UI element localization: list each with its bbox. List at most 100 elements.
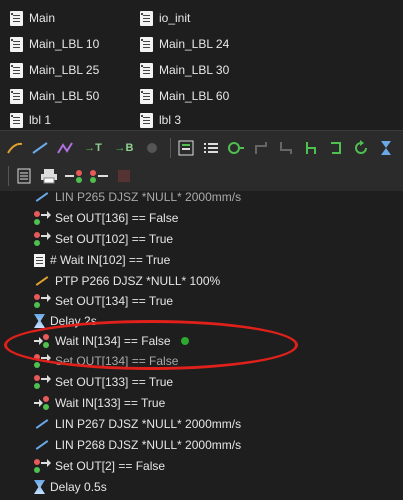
branch-icon[interactable] — [250, 137, 272, 159]
document-icon — [140, 36, 153, 52]
document-icon — [140, 112, 153, 128]
file-item[interactable]: io_init — [140, 7, 190, 29]
file-item[interactable]: Main_LBL 30 — [140, 59, 229, 81]
program-line[interactable]: Set OUT[136] == False — [34, 208, 178, 228]
file-label: io_init — [159, 11, 191, 25]
file-label: Main_LBL 25 — [29, 63, 100, 77]
lin-motion-icon — [34, 191, 50, 204]
toolbar-separator — [8, 166, 9, 186]
tool-t-label: T — [95, 142, 102, 154]
tool-t-button[interactable]: → T — [79, 137, 107, 159]
program-line[interactable]: Delay 0.5s — [34, 477, 107, 497]
loop-icon[interactable] — [225, 137, 247, 159]
program-list: LIN P265 DJSZ *NULL* 2000mm/s Set OUT[13… — [0, 191, 403, 500]
toolbar-row-1: →T →B S — [4, 134, 403, 162]
if-icon[interactable] — [300, 137, 322, 159]
set-output-icon — [34, 354, 51, 368]
lin-motion-icon — [34, 417, 50, 431]
program-line-text: LIN P265 DJSZ *NULL* 2000mm/s — [55, 191, 242, 204]
file-item[interactable]: lbl 3 — [140, 109, 181, 131]
list-icon[interactable] — [200, 137, 222, 159]
program-line[interactable]: Set OUT[102] == True — [34, 229, 173, 249]
base-b-label: B — [125, 142, 134, 154]
program-line[interactable]: Set OUT[133] == True — [34, 372, 173, 392]
document-icon — [10, 36, 23, 52]
program-line-text: Delay 2s — [50, 314, 97, 328]
set-output-icon — [34, 294, 51, 308]
file-label: Main_LBL 24 — [159, 37, 230, 51]
set-output-icon — [34, 211, 51, 225]
program-line-text: Wait IN[133] == True — [55, 396, 166, 410]
select-block-icon[interactable] — [175, 137, 197, 159]
lin-motion-icon — [34, 438, 50, 452]
program-line-text: # Wait IN[102] == True — [50, 253, 171, 267]
program-line-text: Set OUT[102] == True — [55, 232, 174, 246]
program-line-text: Set OUT[2] == False — [55, 459, 166, 473]
file-item[interactable]: Main — [10, 7, 55, 29]
comment-icon[interactable] — [13, 165, 35, 187]
refresh-icon[interactable] — [350, 137, 372, 159]
set-output-icon — [34, 375, 51, 389]
set-output-icon — [34, 232, 51, 246]
file-item[interactable]: Main_LBL 10 — [10, 33, 99, 55]
document-icon — [10, 10, 23, 26]
print-icon[interactable] — [38, 165, 60, 187]
file-item[interactable]: Main_LBL 60 — [140, 85, 229, 107]
program-line-active[interactable]: Wait IN[134] == False — [34, 331, 189, 351]
base-b-button[interactable]: → B — [110, 137, 138, 159]
file-label: Main_LBL 30 — [159, 63, 230, 77]
document-icon — [140, 10, 153, 26]
program-line[interactable]: Delay 2s — [34, 311, 97, 331]
comment-icon — [34, 253, 45, 267]
file-item[interactable]: Main_LBL 25 — [10, 59, 99, 81]
lin-motion-icon[interactable] — [29, 137, 51, 159]
file-item[interactable]: lbl 1 — [10, 109, 51, 131]
wait-input-icon[interactable] — [88, 165, 110, 187]
program-line-text: Wait IN[134] == False — [55, 334, 171, 348]
record-icon[interactable] — [141, 137, 163, 159]
set-output-icon[interactable] — [63, 165, 85, 187]
wait-input-icon — [34, 396, 50, 410]
jump-icon[interactable] — [275, 137, 297, 159]
file-item[interactable]: Main_LBL 50 — [10, 85, 99, 107]
file-label: Main_LBL 50 — [29, 89, 100, 103]
program-line-text: Delay 0.5s — [50, 480, 107, 494]
file-label: Main — [29, 11, 56, 25]
program-line-text: Set OUT[134] == False — [55, 354, 179, 368]
program-line[interactable]: # Wait IN[102] == True — [34, 250, 170, 270]
file-label: Main_LBL 60 — [159, 89, 230, 103]
program-line[interactable]: LIN P267 DJSZ *NULL* 2000mm/s — [34, 414, 241, 434]
toolbar: →T →B S — [0, 130, 403, 192]
hourglass-icon — [34, 480, 45, 494]
file-label: lbl 1 — [29, 113, 52, 127]
document-icon — [10, 88, 23, 104]
program-line[interactable]: LIN P268 DJSZ *NULL* 2000mm/s — [34, 435, 241, 455]
hourglass-icon — [34, 314, 45, 328]
program-line[interactable]: Set OUT[134] == True — [34, 291, 173, 311]
document-icon — [140, 62, 153, 78]
program-line-text: Set OUT[133] == True — [55, 375, 174, 389]
program-line[interactable]: Wait IN[133] == True — [34, 393, 165, 413]
ptp-motion-icon — [34, 274, 50, 288]
ptp-motion-icon[interactable] — [4, 137, 26, 159]
circ-motion-icon[interactable] — [54, 137, 76, 159]
return-icon[interactable] — [325, 137, 347, 159]
file-item[interactable]: Main_LBL 24 — [140, 33, 229, 55]
toolbar-row-2 — [4, 162, 138, 190]
document-icon — [10, 112, 23, 128]
program-line-text: Set OUT[136] == False — [55, 211, 179, 225]
program-line[interactable]: Set OUT[2] == False — [34, 456, 165, 476]
program-line[interactable]: LIN P265 DJSZ *NULL* 2000mm/s — [34, 191, 241, 207]
program-line-text: PTP P266 DJSZ *NULL* 100% — [55, 274, 221, 288]
document-icon — [10, 62, 23, 78]
program-line[interactable]: Set OUT[134] == False — [34, 351, 178, 371]
program-line-text: LIN P268 DJSZ *NULL* 2000mm/s — [55, 438, 242, 452]
wait-input-icon — [34, 334, 50, 348]
file-label: Main_LBL 10 — [29, 37, 100, 51]
file-grid: Main io_init Main_LBL 10 Main_LBL 24 Mai… — [0, 0, 403, 128]
document-icon — [140, 88, 153, 104]
program-line-text: LIN P267 DJSZ *NULL* 2000mm/s — [55, 417, 242, 431]
program-line[interactable]: PTP P266 DJSZ *NULL* 100% — [34, 271, 220, 291]
delay-hourglass-icon[interactable] — [375, 137, 397, 159]
program-line-text: Set OUT[134] == True — [55, 294, 174, 308]
